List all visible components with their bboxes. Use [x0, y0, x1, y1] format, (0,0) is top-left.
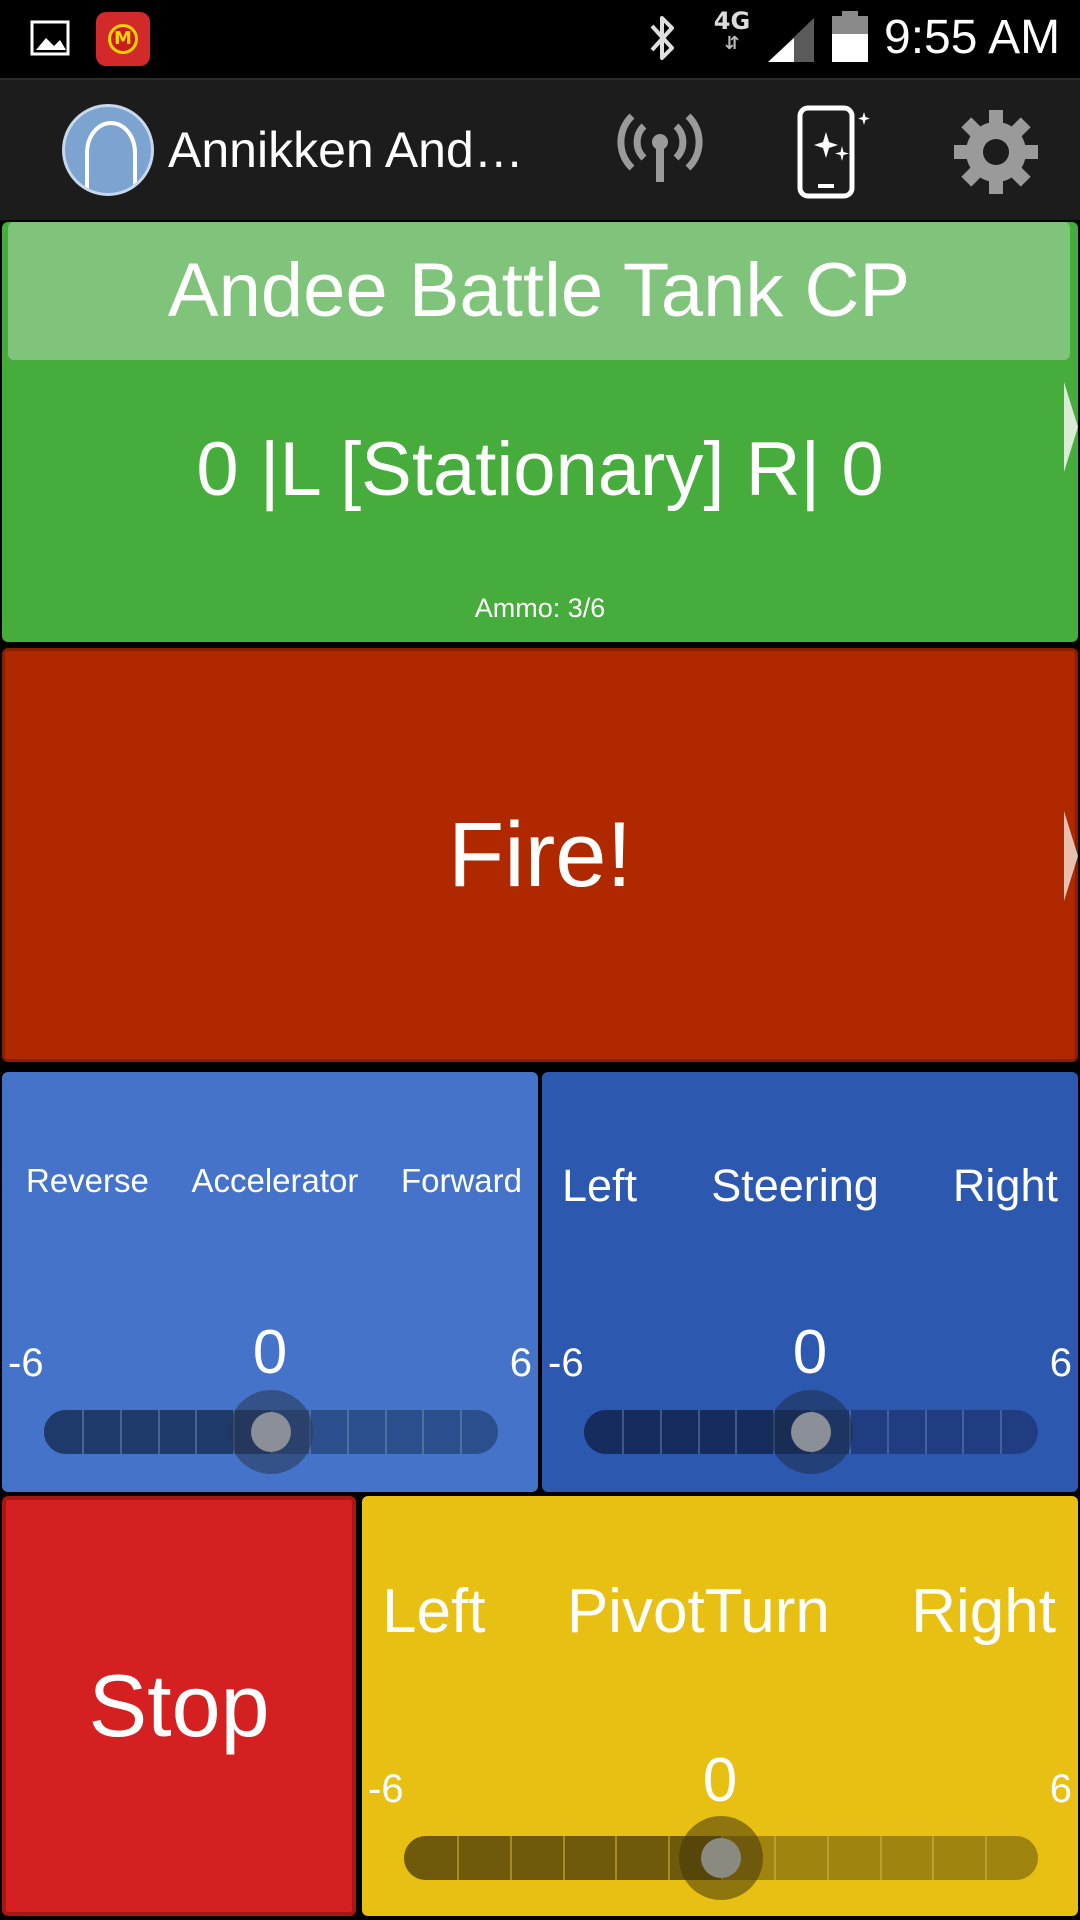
slider-label-center: PivotTurn — [566, 1577, 830, 1646]
chevron-right-icon — [1064, 811, 1078, 901]
slider-tick — [621, 1410, 624, 1454]
avatar[interactable] — [62, 104, 154, 196]
action-bar: Annikken And… — [0, 78, 1080, 220]
slider-max: 6 — [1049, 1767, 1072, 1811]
fire-button[interactable]: Fire! — [2, 648, 1078, 1062]
slider-label-center: Accelerator — [191, 1162, 359, 1199]
slider-label-right: Right — [911, 1577, 1056, 1646]
signal-icon — [768, 18, 814, 62]
slider-tick — [422, 1410, 425, 1454]
gear-icon[interactable] — [946, 102, 1046, 202]
slider-label-right: Right — [952, 1160, 1058, 1211]
slider-tick — [985, 1836, 988, 1880]
slider-tick — [924, 1410, 927, 1454]
account-name[interactable]: Annikken And… — [168, 120, 548, 180]
slider-min: -6 — [8, 1341, 44, 1385]
slider-tick — [879, 1836, 882, 1880]
slider-tick — [384, 1410, 387, 1454]
slider-tick — [659, 1410, 662, 1454]
pivot-turn-slider-panel: Left PivotTurn Right 0 -6 6 — [362, 1496, 1078, 1916]
network-4g-icon: 4G ⇵ — [710, 8, 754, 64]
slider-tick — [615, 1836, 618, 1880]
drive-status-text: 0 |L [Stationary] R| 0 — [196, 427, 884, 512]
title-banner: Andee Battle Tank CP — [8, 222, 1070, 360]
slider-value: 0 — [252, 1318, 288, 1387]
slider-value: 0 — [702, 1746, 738, 1815]
slider-tick — [509, 1836, 512, 1880]
slider-label-left: Left — [562, 1160, 638, 1211]
slider-label-right: Forward — [400, 1162, 522, 1199]
slider-value: 0 — [792, 1318, 828, 1387]
slider-tick — [826, 1836, 829, 1880]
slider-tick — [119, 1410, 122, 1454]
stop-button[interactable]: Stop — [2, 1496, 356, 1916]
accelerator-slider-panel: Reverse Accelerator Forward 0 -6 6 — [2, 1072, 538, 1492]
gallery-icon — [30, 20, 70, 56]
phone-sparkle-icon[interactable] — [780, 102, 880, 202]
slider-tick — [773, 1836, 776, 1880]
steering-slider-panel: Left Steering Right 0 -6 6 — [542, 1072, 1078, 1492]
slider-tick — [1000, 1410, 1003, 1454]
slider-tick — [460, 1410, 463, 1454]
avatar-icon — [85, 121, 137, 191]
slider-min: -6 — [548, 1341, 584, 1385]
slider-tick — [195, 1410, 198, 1454]
slider-tick — [697, 1410, 700, 1454]
pivot-turn-slider-thumb[interactable] — [701, 1838, 741, 1878]
slider-max: 6 — [509, 1341, 532, 1385]
status-bar: M 4G ⇵ 9:55 AM — [0, 0, 1080, 76]
slider-label-left: Left — [382, 1577, 486, 1646]
accelerator-slider-thumb[interactable] — [251, 1412, 291, 1452]
network-type-label: 4G — [713, 7, 751, 35]
slider-tick — [81, 1410, 84, 1454]
fire-button-label: Fire! — [448, 804, 632, 906]
battery-icon — [832, 11, 868, 62]
slider-min: -6 — [368, 1767, 404, 1811]
slider-label-left: Reverse — [26, 1162, 149, 1199]
slider-max: 6 — [1049, 1341, 1072, 1385]
slider-tick — [456, 1836, 459, 1880]
bluetooth-icon — [650, 16, 674, 60]
steering-slider-thumb[interactable] — [791, 1412, 831, 1452]
slider-tick — [962, 1410, 965, 1454]
slider-tick — [932, 1836, 935, 1880]
clock: 9:55 AM — [884, 11, 1061, 64]
slider-tick — [668, 1836, 671, 1880]
stop-button-label: Stop — [88, 1656, 270, 1755]
slider-tick — [562, 1836, 565, 1880]
slider-tick — [157, 1410, 160, 1454]
slider-label-center: Steering — [711, 1160, 879, 1211]
slider-tick — [346, 1410, 349, 1454]
panel-title: Andee Battle Tank CP — [167, 248, 911, 333]
slider-tick — [886, 1410, 889, 1454]
slider-tick — [735, 1410, 738, 1454]
wireless-icon[interactable] — [610, 102, 710, 202]
ammo-count: Ammo: 3/6 — [474, 593, 606, 623]
mcdonalds-alarm-icon: M — [96, 12, 150, 66]
